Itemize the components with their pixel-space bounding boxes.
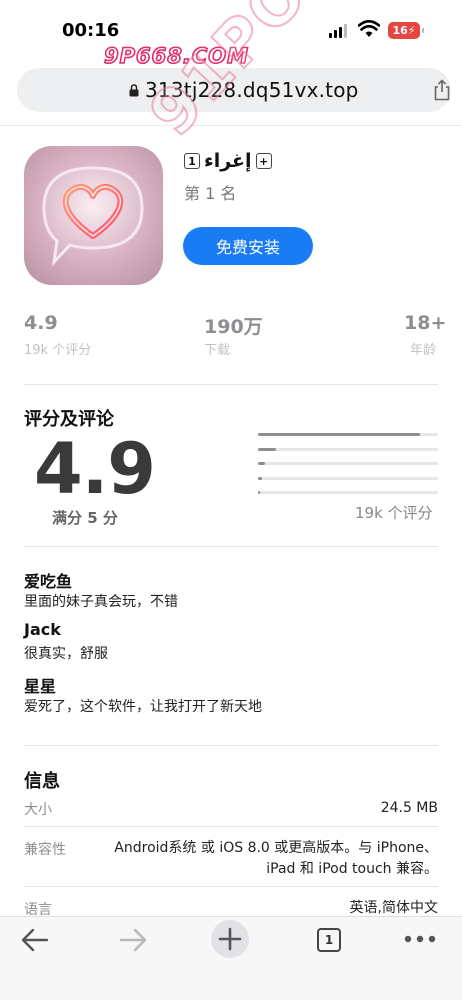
rating-bar-fill bbox=[258, 462, 266, 465]
rating-bar-fill bbox=[258, 477, 262, 480]
info-compat-line1: Android系统 或 iOS 8.0 或更高版本。与 iPhone、 bbox=[114, 840, 438, 856]
rating-bar-2-star bbox=[258, 477, 438, 480]
review-author: 爱吃鱼 bbox=[24, 572, 73, 591]
tabs-icon[interactable]: 1 bbox=[317, 928, 341, 952]
app-name-text: إغراء bbox=[204, 150, 252, 172]
rating-bar-4-star bbox=[258, 448, 438, 451]
more-icon[interactable] bbox=[404, 935, 436, 943]
rating-bar-fill bbox=[258, 448, 276, 451]
share-icon[interactable] bbox=[432, 79, 452, 101]
divider bbox=[24, 745, 438, 746]
divider bbox=[24, 826, 438, 827]
app-icon bbox=[24, 146, 163, 285]
rating-bar-fill bbox=[258, 491, 261, 494]
battery-level: 16 bbox=[392, 24, 408, 37]
forward-icon[interactable] bbox=[118, 927, 148, 953]
battery-icon: 16 ⚡ bbox=[388, 22, 424, 39]
wifi-icon bbox=[358, 20, 380, 37]
app-rank: 第 1 名 bbox=[184, 184, 237, 203]
review-author: Jack bbox=[24, 620, 61, 639]
lock-icon bbox=[129, 84, 139, 97]
info-compat-line2: iPad 和 iPod touch 兼容。 bbox=[266, 861, 438, 877]
status-time: 00:16 bbox=[62, 20, 120, 41]
stat-downloads-sub: 下载 bbox=[204, 343, 231, 358]
new-tab-icon bbox=[218, 927, 242, 951]
review-author: 星星 bbox=[24, 677, 57, 696]
info-size-label: 大小 bbox=[24, 802, 52, 818]
info-title: 信息 bbox=[24, 771, 60, 792]
tab-count: 1 bbox=[324, 933, 334, 947]
ratings-count: 19k 个评分 bbox=[355, 504, 433, 522]
info-compat-label: 兼容性 bbox=[24, 842, 66, 858]
rating-bar-1-star bbox=[258, 491, 438, 494]
review-text: 里面的妹子真会玩，不错 bbox=[24, 594, 178, 610]
stat-age-sub: 年龄 bbox=[410, 343, 437, 358]
app-name-right-badge: + bbox=[255, 153, 272, 169]
back-icon[interactable] bbox=[20, 927, 50, 953]
ratings-out-of: 满分 5 分 bbox=[52, 509, 118, 527]
cellular-signal-icon bbox=[329, 24, 347, 38]
info-size-value: 24.5 MB bbox=[380, 800, 438, 816]
rating-bar-5-star bbox=[258, 433, 438, 436]
app-name: 1 إغراء + bbox=[184, 150, 272, 172]
stat-rating-sub: 19k 个评分 bbox=[24, 343, 92, 358]
info-compat-value: Android系统 或 iOS 8.0 或更高版本。与 iPhone、 iPad… bbox=[114, 838, 438, 880]
browser-toolbar: 1 bbox=[0, 916, 462, 1000]
install-button[interactable]: 免费安装 bbox=[183, 227, 313, 265]
divider bbox=[24, 546, 438, 547]
ratings-score: 4.9 bbox=[34, 428, 156, 510]
review-text: 爱死了，这个软件，让我打开了新天地 bbox=[24, 699, 262, 715]
stat-rating-value: 4.9 bbox=[24, 312, 58, 334]
divider bbox=[24, 384, 438, 385]
rating-bar-3-star bbox=[258, 462, 438, 465]
rating-bar-fill bbox=[258, 433, 420, 436]
stat-age-value: 18+ bbox=[404, 312, 447, 334]
app-name-left-badge: 1 bbox=[184, 153, 200, 169]
new-tab-button[interactable] bbox=[211, 920, 249, 958]
divider bbox=[0, 125, 462, 126]
divider bbox=[24, 886, 438, 887]
review-text: 很真实，舒服 bbox=[24, 646, 108, 662]
stat-downloads-value: 190万 bbox=[204, 316, 263, 338]
